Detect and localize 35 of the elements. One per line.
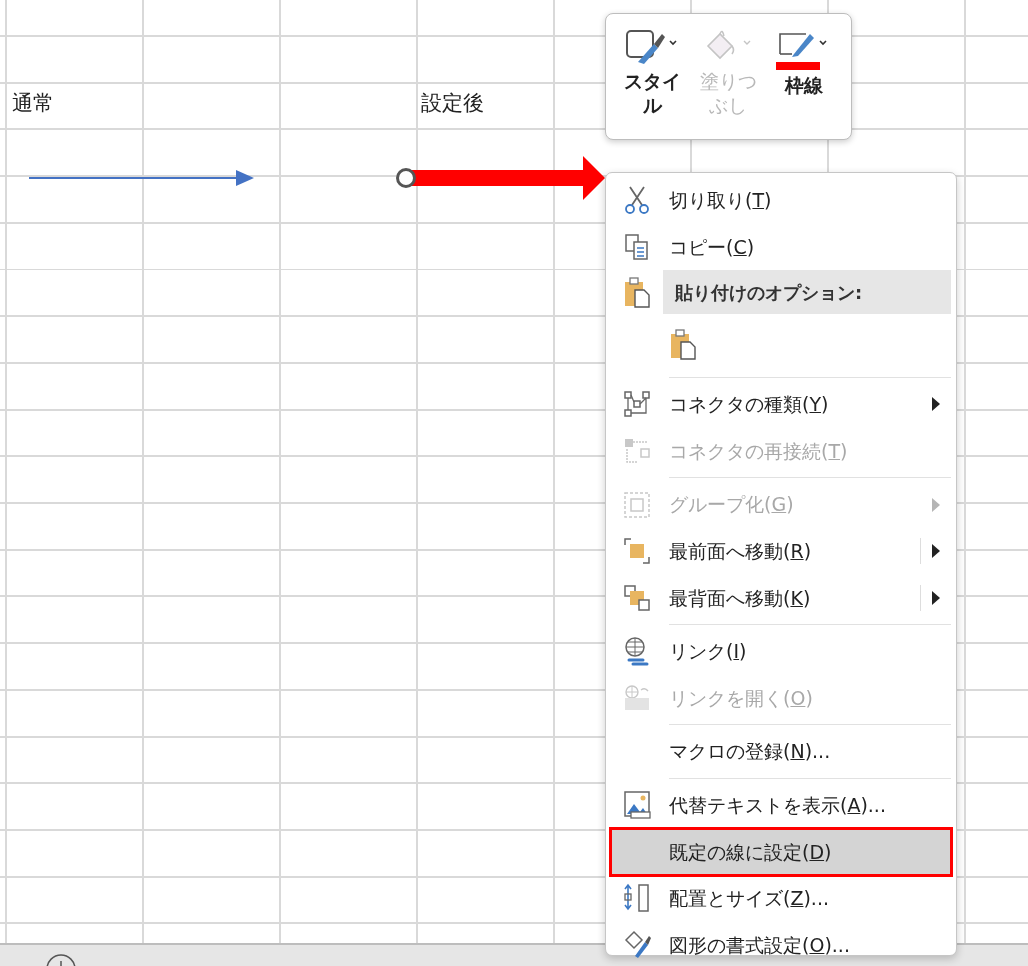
add-sheet-icon[interactable] xyxy=(44,953,78,966)
connector-icon xyxy=(623,390,651,419)
copy-icon xyxy=(624,232,650,261)
clipboard-icon xyxy=(623,276,651,309)
toolbar-button[interactable]: 枠線 xyxy=(766,28,842,133)
paste-button[interactable] xyxy=(669,328,697,361)
picture-icon xyxy=(623,790,651,821)
link-icon xyxy=(623,636,651,667)
submenu-divider xyxy=(920,538,921,565)
menu-item[interactable]: 最前面へ移動(R) xyxy=(611,527,951,575)
paste-options-heading: 貼り付けのオプション: xyxy=(663,270,951,315)
menu-item[interactable]: 配置とサイズ(Z)... xyxy=(611,875,951,922)
send-back-icon xyxy=(623,583,651,612)
submenu-arrow-icon xyxy=(932,544,940,559)
menu-item[interactable]: 図形の書式設定(O)... xyxy=(611,921,951,966)
submenu-divider xyxy=(920,584,921,611)
reconnect-icon xyxy=(623,437,651,466)
cell-text: 通常 xyxy=(12,90,54,117)
menu-item[interactable]: 最背面へ移動(K) xyxy=(611,574,951,622)
menu-item[interactable]: マクロの登録(N)... xyxy=(611,728,951,775)
size-position-icon xyxy=(623,883,651,914)
bring-front-icon xyxy=(623,537,651,566)
cell-text: 設定後 xyxy=(421,90,484,117)
menu-item[interactable]: 切り取り(T) xyxy=(611,177,951,224)
menu-item[interactable]: コネクタの種類(Y) xyxy=(611,381,951,428)
folder-link-icon xyxy=(623,684,651,713)
toolbar-button[interactable]: スタイル xyxy=(614,28,690,133)
menu-item[interactable]: リンク(I) xyxy=(611,628,951,675)
submenu-arrow-icon xyxy=(932,497,940,512)
submenu-arrow-icon xyxy=(932,590,940,605)
menu-item[interactable]: コピー(C) xyxy=(611,223,951,271)
scissors-icon xyxy=(624,185,650,216)
submenu-arrow-icon xyxy=(932,397,940,412)
menu-item[interactable]: 既定の線に設定(D) xyxy=(611,828,951,876)
group-icon xyxy=(623,490,651,519)
